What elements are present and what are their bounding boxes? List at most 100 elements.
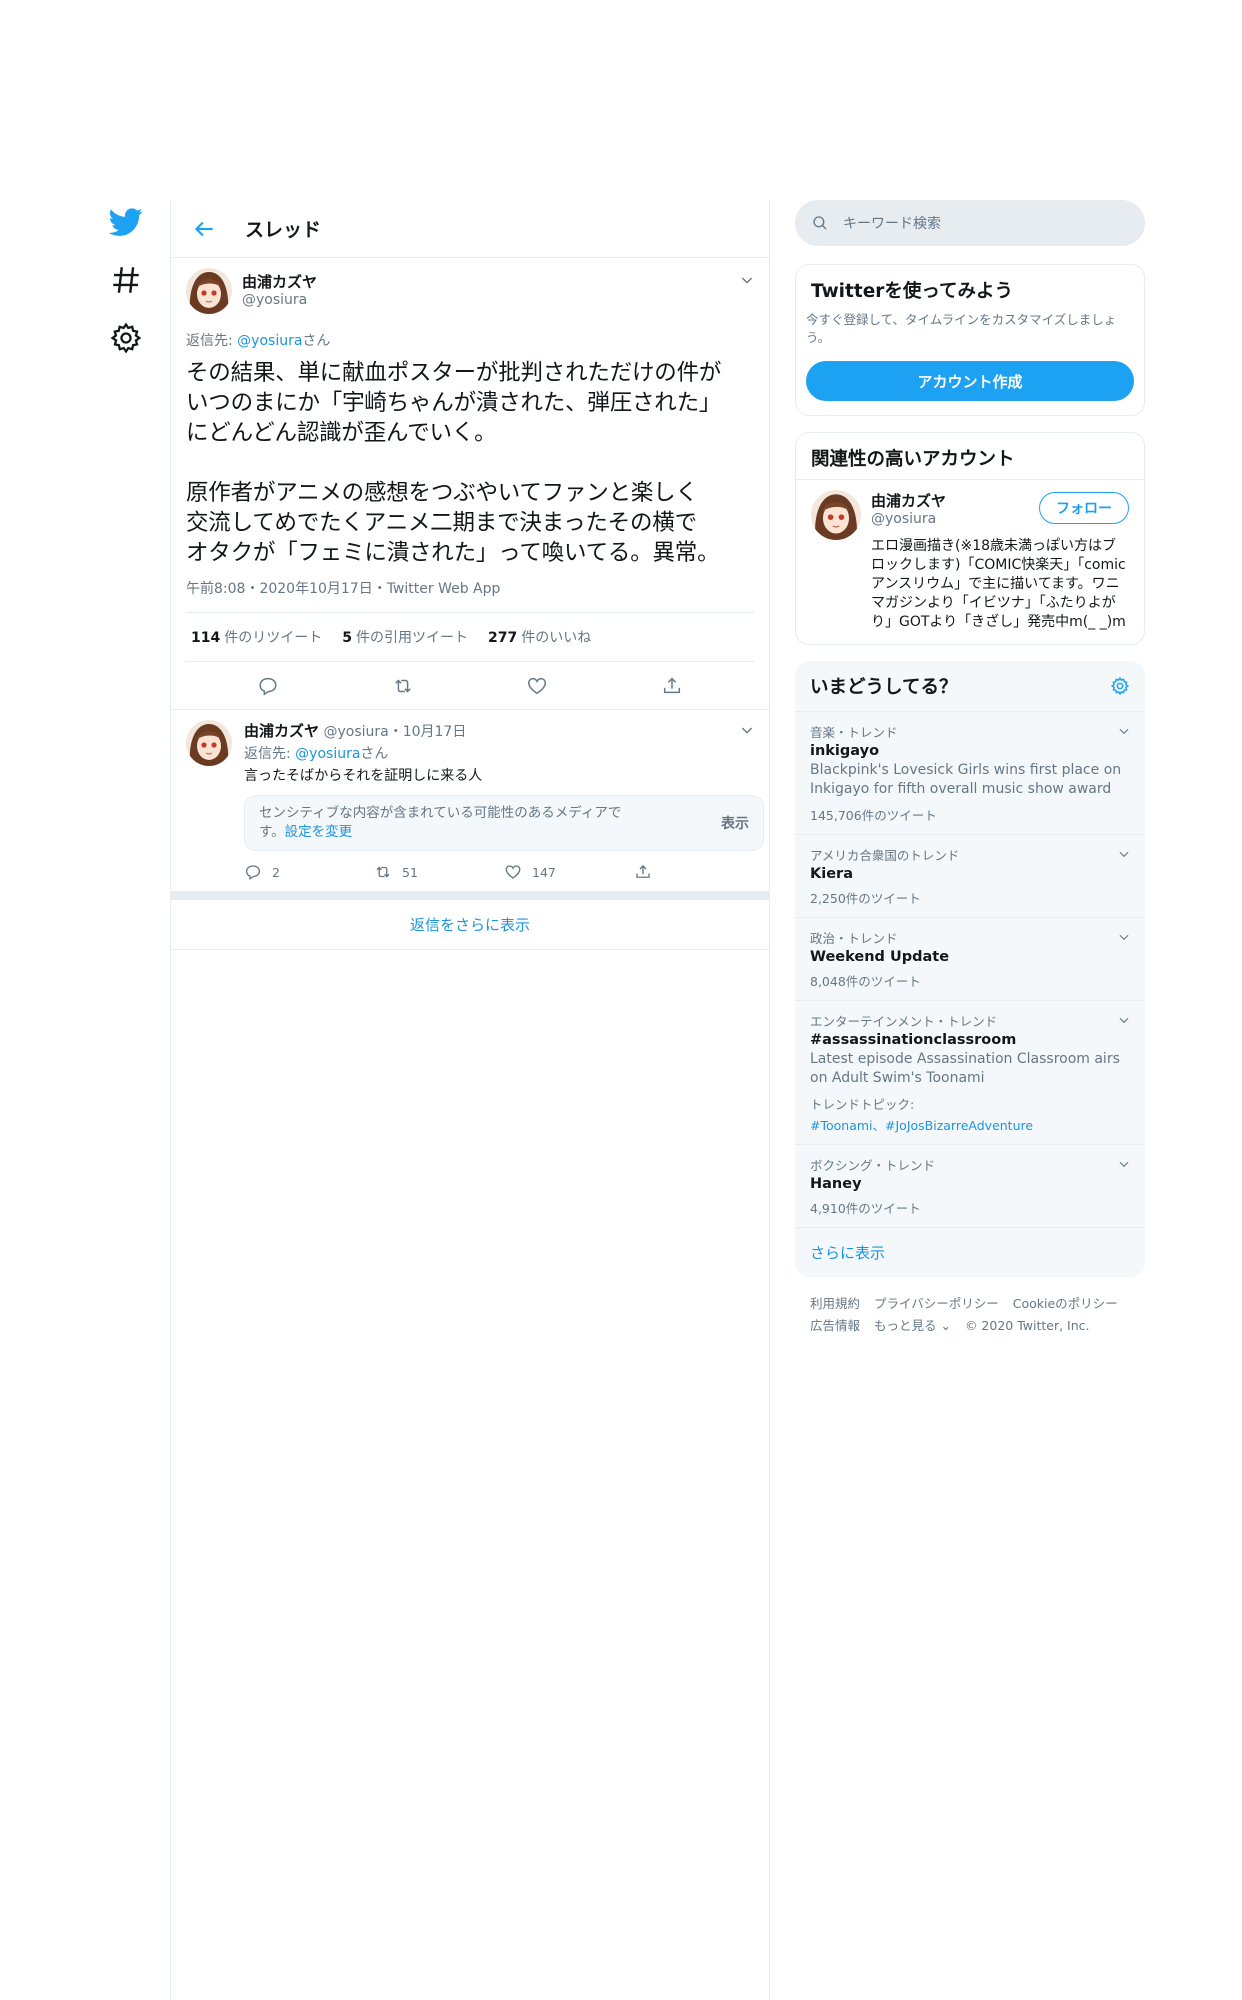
reply-handle-date[interactable]: @yosiura・10月17日 — [323, 724, 466, 740]
trend-item[interactable]: アメリカ合衆国のトレンド Kiera 2,250件のツイート — [795, 835, 1145, 918]
chevron-down-icon[interactable] — [1117, 1013, 1131, 1027]
trends-title: いまどうしてる？ — [810, 677, 958, 698]
search-box[interactable]: キーワード検索 — [795, 200, 1145, 246]
related-accounts-card: 関連性の高いアカウント 由浦カズヤ @yosiura エロ漫画描き(※18歳未満… — [795, 432, 1145, 645]
follow-button[interactable]: フォロー — [1039, 492, 1129, 524]
show-more-replies-link[interactable]: 返信をさらに表示 — [171, 900, 769, 950]
share-icon[interactable] — [661, 675, 683, 697]
related-account[interactable]: 由浦カズヤ @yosiura エロ漫画描き(※18歳未満っぽい方はブロックします… — [796, 480, 1144, 644]
reply-to: 返信先: @yosiuraさん — [244, 743, 764, 763]
related-bio: エロ漫画描き(※18歳未満っぽい方はブロックします)「COMIC快楽天」「com… — [871, 538, 1126, 630]
signup-title: Twitterを使ってみよう — [811, 281, 1013, 302]
trends-header: いまどうしてる？ — [795, 661, 1145, 712]
create-account-button[interactable]: アカウント作成 — [806, 361, 1134, 401]
avatar[interactable] — [811, 490, 861, 540]
signup-card: Twitterを使ってみよう 今すぐ登録して、タイムラインをカスタマイズしましょ… — [795, 264, 1145, 416]
reply-action[interactable]: 2 — [244, 863, 374, 881]
trend-name: Weekend Update — [810, 949, 950, 965]
settings-gear-icon[interactable] — [109, 321, 143, 355]
reply-to-handle-link[interactable]: @yosiura — [295, 746, 360, 762]
reply-count: 2 — [272, 864, 280, 880]
trend-description: Blackpink's Lovesick Girls wins first pl… — [810, 762, 1122, 797]
hashtag-explore-icon[interactable] — [109, 263, 143, 297]
trend-tweet-count: 4,910件のツイート — [810, 1201, 921, 1216]
retweet-action[interactable]: 51 — [374, 863, 504, 881]
retweet-count: 51 — [402, 864, 418, 880]
like-heart-icon — [505, 865, 521, 879]
sensitive-media-notice: センシティブな内容が含まれている可能性のあるメディアで す。設定を変更 表示 — [244, 795, 764, 851]
chevron-down-icon[interactable] — [1117, 1157, 1131, 1171]
change-settings-link[interactable]: 設定を変更 — [285, 824, 353, 840]
main-tweet: 由浦カズヤ @yosiura 返信先: @yosiuraさん その結果、単に献血… — [171, 258, 769, 710]
main-column: スレッド 由浦カズヤ @yosiura 返信先: @yosiuraさん その結果 — [170, 200, 770, 2000]
trend-tweet-count: 2,250件のツイート — [810, 891, 921, 906]
retweets-count: 114 — [191, 630, 221, 646]
trend-topics-links[interactable]: #Toonami、#JoJosBizarreAdventure — [810, 1115, 1130, 1134]
trend-item[interactable]: 音楽・トレンド inkigayo Blackpink's Lovesick Gi… — [795, 712, 1145, 835]
tweet-stats: 114 件のリツイート 5 件の引用ツイート 277 件のいいね — [186, 613, 754, 662]
left-nav — [100, 205, 155, 379]
tweet-author[interactable]: 由浦カズヤ @yosiura — [186, 268, 754, 314]
quotes-count: 5 — [342, 630, 352, 646]
avatar-illustration-icon — [186, 268, 232, 314]
thread-header: スレッド — [171, 200, 769, 258]
footer-copyright: © 2020 Twitter, Inc. — [964, 1318, 1090, 1333]
avatar[interactable] — [186, 720, 232, 766]
trend-name: Haney — [810, 1176, 862, 1192]
footer-cookie-link[interactable]: Cookieのポリシー — [1013, 1296, 1118, 1311]
author-name[interactable]: 由浦カズヤ — [242, 273, 317, 291]
reply-author-name[interactable]: 由浦カズヤ — [244, 722, 319, 740]
quotes-stat[interactable]: 5 件の引用ツイート — [342, 627, 468, 647]
avatar[interactable] — [186, 268, 232, 314]
footer-more-link[interactable]: もっと見る ⌄ — [874, 1318, 951, 1333]
trend-item[interactable]: ボクシング・トレンド Haney 4,910件のツイート — [795, 1145, 1145, 1228]
reply-actions: 2 51 147 — [244, 863, 764, 881]
reply-tweet[interactable]: 由浦カズヤ @yosiura・10月17日 返信先: @yosiuraさん 言っ… — [171, 710, 769, 900]
trend-description: Latest episode Assassination Classroom a… — [810, 1051, 1120, 1086]
quotes-label: 件の引用ツイート — [355, 630, 468, 646]
footer-ads-link[interactable]: 広告情報 — [810, 1318, 860, 1333]
trends-settings-gear-icon[interactable] — [1110, 676, 1130, 696]
chevron-down-icon[interactable] — [1117, 724, 1131, 738]
retweets-stat[interactable]: 114 件のリツイート — [191, 627, 322, 647]
sensitive-text-block: センシティブな内容が含まれている可能性のあるメディアで す。設定を変更 — [259, 804, 679, 842]
back-arrow-icon[interactable] — [191, 216, 217, 242]
reply-to-label: 返信先: — [244, 746, 296, 762]
trend-item[interactable]: エンターテインメント・トレンド #assassinationclassroom … — [795, 1001, 1145, 1145]
reply-icon[interactable] — [257, 675, 279, 697]
related-title: 関連性の高いアカウント — [796, 433, 1144, 480]
footer-links: 利用規約 プライバシーポリシー Cookieのポリシー 広告情報 もっと見る ⌄… — [795, 1277, 1145, 1353]
like-action[interactable]: 147 — [504, 863, 634, 881]
trend-name: #assassinationclassroom — [810, 1032, 1017, 1048]
search-icon — [813, 216, 827, 230]
trend-category: 音楽・トレンド — [810, 725, 898, 740]
like-heart-icon[interactable] — [526, 675, 548, 697]
share-action[interactable] — [634, 863, 764, 881]
trends-show-more-link[interactable]: さらに表示 — [795, 1228, 1145, 1277]
chevron-down-icon[interactable] — [1117, 847, 1131, 861]
retweet-icon[interactable] — [392, 675, 414, 697]
search-placeholder[interactable]: キーワード検索 — [843, 213, 941, 233]
likes-label: 件のいいね — [521, 630, 592, 646]
reply-to-handle-link[interactable]: @yosiura — [237, 333, 302, 349]
footer-terms-link[interactable]: 利用規約 — [810, 1296, 860, 1311]
trend-category: エンターテインメント・トレンド — [810, 1014, 998, 1029]
avatar-illustration-icon — [811, 490, 861, 540]
reply-to-label: 返信先: — [186, 333, 238, 349]
tweet-timestamp[interactable]: 午前8:08・2020年10月17日・Twitter Web App — [186, 578, 754, 613]
chevron-down-icon[interactable] — [739, 272, 755, 288]
retweets-label: 件のリツイート — [224, 630, 323, 646]
trend-category: ボクシング・トレンド — [810, 1158, 936, 1173]
trend-item[interactable]: 政治・トレンド Weekend Update 8,048件のツイート — [795, 918, 1145, 1001]
chevron-down-icon[interactable] — [739, 722, 755, 738]
reply-icon — [245, 865, 261, 881]
likes-stat[interactable]: 277 件のいいね — [488, 627, 591, 647]
reply-to: 返信先: @yosiuraさん — [186, 330, 754, 350]
chevron-down-icon[interactable] — [1117, 930, 1131, 944]
show-media-button[interactable]: 表示 — [721, 813, 749, 833]
author-handle[interactable]: @yosiura — [242, 291, 317, 309]
retweet-icon — [376, 866, 390, 878]
trend-tweet-count: 145,706件のツイート — [810, 808, 937, 823]
twitter-bird-icon[interactable] — [109, 205, 143, 239]
footer-privacy-link[interactable]: プライバシーポリシー — [874, 1296, 999, 1311]
